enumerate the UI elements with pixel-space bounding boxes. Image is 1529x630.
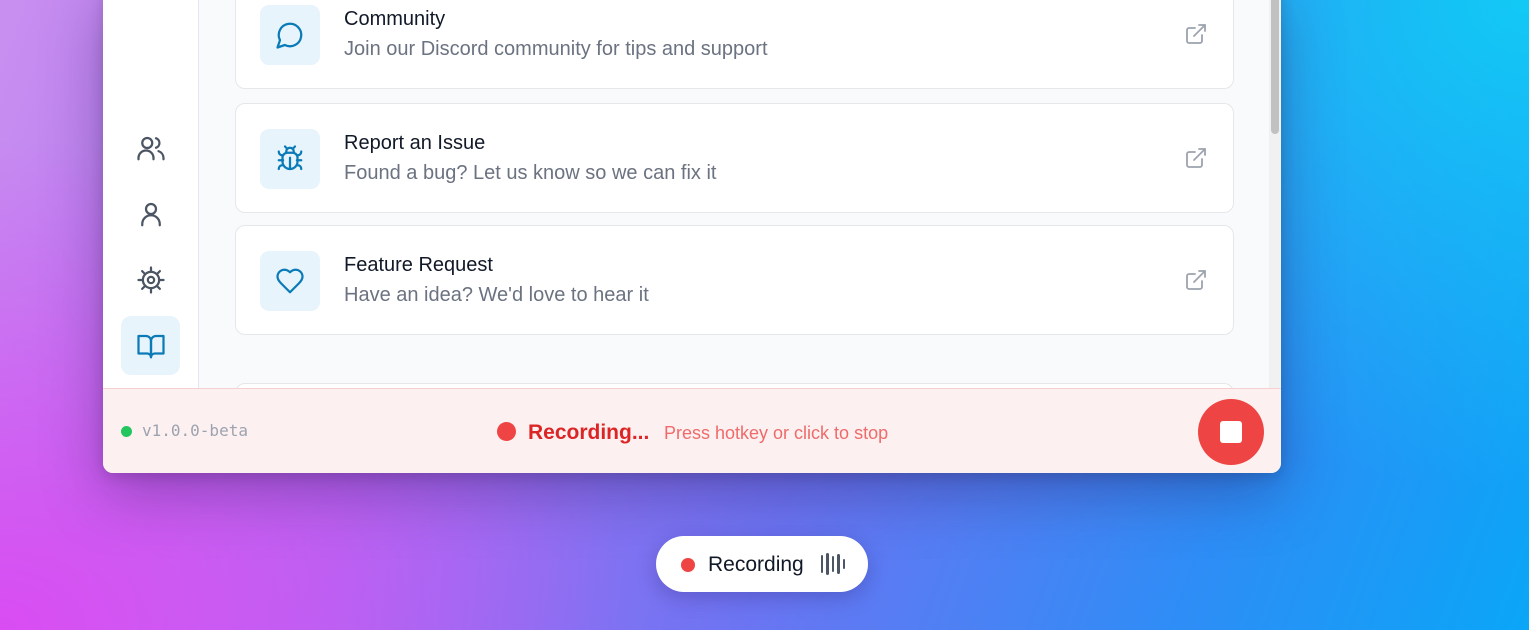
external-link-icon[interactable] <box>1184 22 1208 46</box>
recording-dot <box>681 558 695 572</box>
card-icon-box <box>260 129 320 189</box>
sidebar <box>103 0 199 388</box>
heart-icon <box>276 268 304 294</box>
stop-recording-button[interactable] <box>1198 399 1264 465</box>
recording-footer: v1.0.0-beta Recording... Press hotkey or… <box>103 388 1281 473</box>
recording-overlay-label: Recording <box>708 553 804 576</box>
message-circle-icon <box>276 22 303 49</box>
bug-icon <box>277 145 303 171</box>
recording-hint: Press hotkey or click to stop <box>664 423 889 443</box>
card-title: Report an Issue <box>344 132 486 154</box>
sidebar-item-settings[interactable] <box>121 250 180 309</box>
scrollbar-thumb[interactable] <box>1271 0 1279 134</box>
recording-overlay-pill[interactable]: Recording <box>656 536 868 592</box>
sidebar-item-profile[interactable] <box>121 184 180 243</box>
card-title: Community <box>344 8 446 30</box>
settings-icon <box>136 265 165 294</box>
card-icon-box <box>260 251 320 311</box>
user-icon <box>140 202 161 226</box>
card-description: Join our Discord community for tips and … <box>344 38 768 60</box>
external-link-icon[interactable] <box>1184 146 1208 170</box>
report-issue-card[interactable]: Report an Issue Found a bug? Let us know… <box>235 103 1234 213</box>
card-title: Feature Request <box>344 254 493 276</box>
feature-request-card[interactable]: Feature Request Have an idea? We'd love … <box>235 225 1234 335</box>
sidebar-item-docs[interactable] <box>121 316 180 375</box>
card-icon-box <box>260 5 320 65</box>
community-card[interactable]: Community Join our Discord community for… <box>235 0 1234 89</box>
scrollbar[interactable] <box>1269 0 1281 388</box>
audio-waveform-icon <box>821 553 846 575</box>
recording-dot <box>497 422 516 441</box>
users-icon <box>136 136 165 160</box>
app-window: Community Join our Discord community for… <box>103 0 1281 473</box>
help-content: Community Join our Discord community for… <box>200 0 1281 388</box>
recording-label: Recording... <box>528 421 650 444</box>
stop-icon <box>1220 421 1242 443</box>
version-label: v1.0.0-beta <box>142 421 248 440</box>
external-link-icon[interactable] <box>1184 268 1208 292</box>
sidebar-item-team[interactable] <box>121 118 180 177</box>
book-open-icon <box>136 334 165 358</box>
status-dot <box>121 426 132 437</box>
card-description: Found a bug? Let us know so we can fix i… <box>344 162 717 184</box>
card-description: Have an idea? We'd love to hear it <box>344 284 649 306</box>
